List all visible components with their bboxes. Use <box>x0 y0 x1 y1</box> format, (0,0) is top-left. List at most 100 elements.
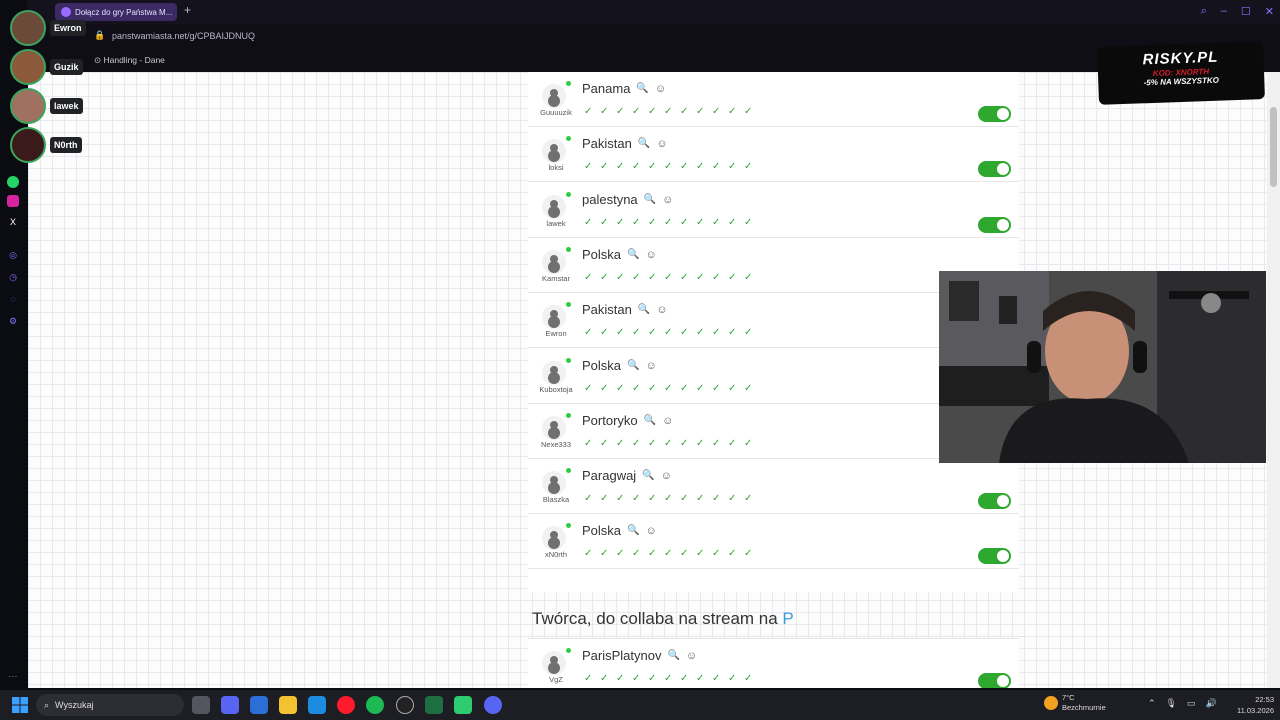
check-icon[interactable]: ✓ <box>664 438 676 449</box>
check-icon[interactable]: ✓ <box>616 673 628 684</box>
check-icon[interactable]: ✓ <box>680 493 692 504</box>
check-icon[interactable]: ✓ <box>600 493 612 504</box>
check-icon[interactable]: ✓ <box>600 272 612 283</box>
check-icon[interactable]: ✓ <box>648 438 660 449</box>
check-icon[interactable]: ✓ <box>632 548 644 559</box>
check-icon[interactable]: ✓ <box>632 493 644 504</box>
check-icon[interactable]: ✓ <box>584 673 596 684</box>
check-icon[interactable]: ✓ <box>648 548 660 559</box>
volume-icon[interactable]: 🔊 <box>1206 698 1217 709</box>
check-icon[interactable]: ✓ <box>616 438 628 449</box>
check-icon[interactable]: ✓ <box>600 673 612 684</box>
check-icon[interactable]: ✓ <box>664 327 676 338</box>
search-icon[interactable]: 🔍 <box>644 415 656 426</box>
check-icon[interactable]: ✓ <box>744 327 756 338</box>
smile-icon[interactable]: ☺ <box>655 83 666 95</box>
check-icon[interactable]: ✓ <box>744 272 756 283</box>
check-icon[interactable]: ✓ <box>680 383 692 394</box>
explorer-icon[interactable] <box>279 696 297 714</box>
minimize-icon[interactable]: – <box>1221 5 1227 18</box>
check-icon[interactable]: ✓ <box>616 161 628 172</box>
check-icon[interactable]: ✓ <box>584 548 596 559</box>
check-icon[interactable]: ✓ <box>648 217 660 228</box>
accept-toggle[interactable] <box>978 493 1011 509</box>
check-icon[interactable]: ✓ <box>584 106 596 117</box>
check-icon[interactable]: ✓ <box>696 106 708 117</box>
check-icon[interactable]: ✓ <box>632 161 644 172</box>
check-icon[interactable]: ✓ <box>664 548 676 559</box>
microphone-icon[interactable]: 🎙 <box>1166 698 1177 709</box>
check-icon[interactable]: ✓ <box>696 217 708 228</box>
accept-toggle[interactable] <box>978 548 1011 564</box>
check-icon[interactable]: ✓ <box>696 548 708 559</box>
check-icon[interactable]: ✓ <box>616 217 628 228</box>
check-icon[interactable]: ✓ <box>696 327 708 338</box>
check-icon[interactable]: ✓ <box>712 673 724 684</box>
check-icon[interactable]: ✓ <box>696 438 708 449</box>
smile-icon[interactable]: ☺ <box>662 194 673 206</box>
check-icon[interactable]: ✓ <box>696 493 708 504</box>
check-icon[interactable]: ✓ <box>664 272 676 283</box>
check-icon[interactable]: ✓ <box>648 161 660 172</box>
check-icon[interactable]: ✓ <box>632 673 644 684</box>
check-icon[interactable]: ✓ <box>616 548 628 559</box>
check-icon[interactable]: ✓ <box>632 272 644 283</box>
network-icon[interactable]: ▭ <box>1187 698 1196 709</box>
excel-icon[interactable] <box>425 696 443 714</box>
app-icon[interactable] <box>454 696 472 714</box>
check-icon[interactable]: ✓ <box>584 272 596 283</box>
check-icon[interactable]: ✓ <box>648 106 660 117</box>
search-icon[interactable]: 🔍 <box>638 138 650 149</box>
check-icon[interactable]: ✓ <box>712 327 724 338</box>
weather-widget[interactable]: 7°C Bezchmurnie <box>1044 693 1106 713</box>
x-icon[interactable]: X <box>7 216 19 228</box>
maximize-icon[interactable]: ☐ <box>1241 5 1251 18</box>
check-icon[interactable]: ✓ <box>616 272 628 283</box>
check-icon[interactable]: ✓ <box>664 673 676 684</box>
check-icon[interactable]: ✓ <box>600 438 612 449</box>
search-icon[interactable]: ⌕ <box>1201 5 1207 18</box>
smile-icon[interactable]: ☺ <box>686 650 697 662</box>
check-icon[interactable]: ✓ <box>680 548 692 559</box>
check-icon[interactable]: ✓ <box>728 106 740 117</box>
accept-toggle[interactable] <box>978 106 1011 122</box>
task-view-icon[interactable] <box>192 696 210 714</box>
check-icon[interactable]: ✓ <box>600 327 612 338</box>
history-icon[interactable]: ◷ <box>7 271 19 283</box>
accept-toggle[interactable] <box>978 217 1011 233</box>
bookmark-item[interactable]: ⊙ Handling - Dane <box>94 55 165 66</box>
taskbar-search[interactable]: ⌕ Wyszukaj <box>36 694 184 716</box>
check-icon[interactable]: ✓ <box>744 438 756 449</box>
check-icon[interactable]: ✓ <box>696 161 708 172</box>
search-icon[interactable]: 🔍 <box>627 360 639 371</box>
check-icon[interactable]: ✓ <box>712 272 724 283</box>
clock[interactable]: 22:53 11.03.2026 <box>1237 694 1274 716</box>
check-icon[interactable]: ✓ <box>680 438 692 449</box>
check-icon[interactable]: ✓ <box>600 217 612 228</box>
check-icon[interactable]: ✓ <box>728 438 740 449</box>
settings-icon[interactable]: ⚙ <box>7 315 19 327</box>
smile-icon[interactable]: ☺ <box>645 360 656 372</box>
smile-icon[interactable]: ☺ <box>645 249 656 261</box>
check-icon[interactable]: ✓ <box>616 106 628 117</box>
check-icon[interactable]: ✓ <box>744 217 756 228</box>
check-icon[interactable]: ✓ <box>664 383 676 394</box>
check-icon[interactable]: ✓ <box>728 548 740 559</box>
search-icon[interactable]: 🔍 <box>667 650 679 661</box>
check-icon[interactable]: ✓ <box>616 327 628 338</box>
check-icon[interactable]: ✓ <box>648 272 660 283</box>
music-icon[interactable]: ◎ <box>7 249 19 261</box>
smile-icon[interactable]: ☺ <box>662 415 673 427</box>
check-icon[interactable]: ✓ <box>584 161 596 172</box>
check-icon[interactable]: ✓ <box>648 383 660 394</box>
check-icon[interactable]: ✓ <box>728 673 740 684</box>
page-scrollbar[interactable] <box>1267 72 1280 688</box>
check-icon[interactable]: ✓ <box>696 383 708 394</box>
check-icon[interactable]: ✓ <box>600 106 612 117</box>
capcut-icon[interactable] <box>396 696 414 714</box>
check-icon[interactable]: ✓ <box>664 493 676 504</box>
chevron-up-icon[interactable]: ⌃ <box>1148 698 1156 709</box>
check-icon[interactable]: ✓ <box>584 217 596 228</box>
instagram-icon[interactable] <box>7 195 19 207</box>
windows-start-icon[interactable] <box>12 697 28 713</box>
